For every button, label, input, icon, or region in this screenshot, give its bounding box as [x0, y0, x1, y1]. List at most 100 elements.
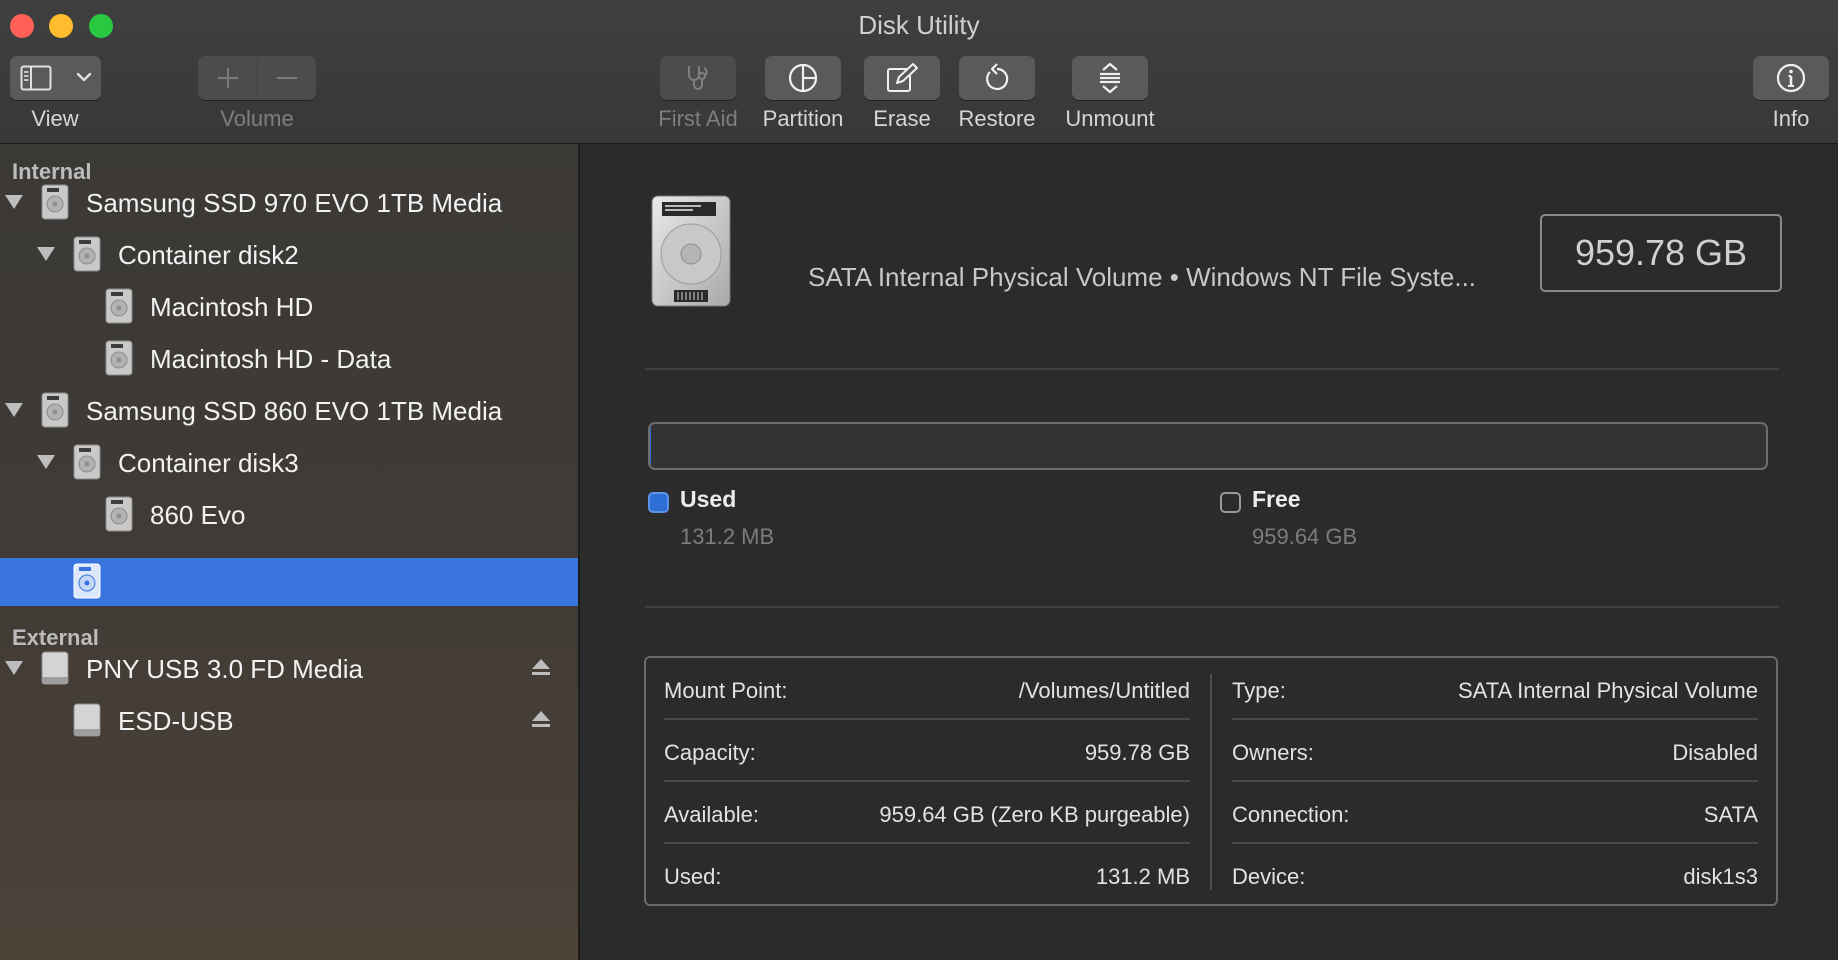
info-row-device: Device: disk1s3: [1232, 844, 1758, 906]
info-key: Type:: [1232, 678, 1286, 703]
usage-bar: [648, 422, 1768, 470]
toolbar: Disk Utility View Volume First Aid Parti…: [0, 0, 1838, 144]
pie-chart-icon: [788, 63, 818, 93]
restore-button[interactable]: [959, 56, 1035, 100]
internal-drive-icon: [104, 288, 134, 324]
remove-volume-button[interactable]: [258, 56, 316, 100]
sidebar-item-label: PNY USB 3.0 FD Media: [86, 654, 363, 684]
info-value: 959.78 GB: [1084, 740, 1190, 765]
sidebar: Internal Samsung SSD 970 EVO 1TB Media C…: [0, 144, 580, 960]
info-row-available: Available: 959.64 GB (Zero KB purgeable): [664, 782, 1190, 844]
info-key: Mount Point:: [664, 678, 788, 703]
partition-label: Partition: [762, 106, 844, 131]
info-value: 131.2 MB: [1095, 864, 1190, 889]
disclosure-triangle-icon[interactable]: [37, 455, 55, 469]
divider: [645, 606, 1779, 608]
eject-icon[interactable]: [531, 657, 551, 679]
sidebar-item-macintosh-hd[interactable]: Macintosh HD: [0, 283, 578, 331]
erase-button[interactable]: [864, 56, 940, 100]
restore-label: Restore: [958, 106, 1036, 131]
sidebar-item-label: Samsung SSD 970 EVO 1TB Media: [86, 188, 503, 218]
info-row-used: Used: 131.2 MB: [664, 844, 1190, 906]
internal-drive-icon: [72, 236, 102, 272]
sidebar-item-samsung-970[interactable]: Samsung SSD 970 EVO 1TB Media: [0, 179, 578, 227]
volume-label: Volume: [220, 106, 294, 131]
sidebar-item-container-disk3[interactable]: Container disk3: [0, 439, 578, 487]
external-drive-icon: [40, 650, 70, 686]
external-drive-icon: [72, 702, 102, 738]
volume-description: SATA Internal Physical Volume • Windows …: [808, 262, 1477, 292]
used-legend-label: Used: [680, 486, 737, 512]
sidebar-item-860-evo[interactable]: 860 Evo: [0, 491, 578, 539]
info-row-capacity: Capacity: 959.78 GB: [664, 720, 1190, 782]
info-row-connection: Connection: SATA: [1232, 782, 1758, 844]
info-key: Used:: [664, 864, 722, 889]
disclosure-triangle-icon[interactable]: [37, 247, 55, 261]
disclosure-triangle-icon[interactable]: [5, 403, 23, 417]
used-legend-swatch: [648, 492, 669, 513]
info-button[interactable]: [1753, 56, 1829, 100]
unmount-button[interactable]: [1072, 56, 1148, 100]
sidebar-item-esd-usb[interactable]: ESD-USB: [0, 697, 578, 745]
chevron-down-icon: [76, 71, 92, 83]
sidebar-item-label: 860 Evo: [150, 500, 246, 530]
sidebar-icon: [20, 65, 52, 91]
internal-drive-icon: [72, 444, 102, 480]
sidebar-item-label: Container disk3: [118, 448, 299, 478]
info-value: disk1s3: [1683, 864, 1758, 889]
first-aid-button[interactable]: [660, 56, 736, 100]
volume-info-table: Mount Point: /Volumes/Untitled Capacity:…: [644, 656, 1778, 906]
eject-icon[interactable]: [531, 709, 551, 731]
unmount-label: Unmount: [1065, 106, 1155, 131]
hard-drive-icon: [650, 194, 732, 310]
partition-button[interactable]: [765, 56, 841, 100]
volume-size-badge: 959.78 GB: [1540, 214, 1782, 292]
sidebar-item-label: ESD-USB: [118, 706, 234, 736]
info-value: Disabled: [1672, 740, 1758, 765]
disclosure-triangle-icon[interactable]: [5, 195, 23, 209]
volume-segmented-control: [198, 56, 316, 100]
add-volume-button[interactable]: [198, 56, 257, 100]
info-value: SATA Internal Physical Volume: [1458, 678, 1758, 703]
divider: [645, 368, 1779, 370]
sidebar-item-container-disk2[interactable]: Container disk2: [0, 231, 578, 279]
info-key: Capacity:: [664, 740, 756, 765]
internal-drive-icon: [40, 392, 70, 428]
minus-icon: [277, 77, 297, 79]
window-title: Disk Utility: [858, 10, 980, 40]
info-icon: [1776, 63, 1806, 93]
internal-drive-icon: [40, 184, 70, 220]
disclosure-triangle-icon[interactable]: [5, 661, 23, 675]
info-value: SATA: [1703, 802, 1758, 827]
used-legend-value: 131.2 MB: [680, 524, 775, 549]
free-legend-swatch: [1220, 492, 1241, 513]
internal-drive-icon: [72, 563, 102, 599]
info-row-type: Type: SATA Internal Physical Volume: [1232, 658, 1758, 720]
sidebar-item-label: Macintosh HD - Data: [150, 344, 392, 374]
free-legend-value: 959.64 GB: [1252, 524, 1358, 549]
erase-label: Erase: [873, 106, 931, 131]
volume-detail-pane: SATA Internal Physical Volume • Windows …: [580, 144, 1838, 960]
restore-arrow-icon: [986, 63, 1009, 91]
sidebar-item-macintosh-hd-data[interactable]: Macintosh HD - Data: [0, 335, 578, 383]
info-value: /Volumes/Untitled: [1018, 678, 1190, 703]
sidebar-item-pny-usb[interactable]: PNY USB 3.0 FD Media: [0, 645, 578, 693]
view-label: View: [31, 106, 79, 131]
stethoscope-icon: [688, 66, 708, 90]
sidebar-item-label: Container disk2: [118, 240, 299, 270]
free-legend-label: Free: [1252, 486, 1301, 512]
info-row-owners: Owners: Disabled: [1232, 720, 1758, 782]
info-value: 959.64 GB (Zero KB purgeable): [879, 802, 1190, 827]
info-key: Device:: [1232, 864, 1306, 889]
internal-drive-icon: [104, 496, 134, 532]
sidebar-item-selected-volume[interactable]: [0, 558, 578, 606]
unmount-icon: [1100, 62, 1120, 94]
info-row-mount-point: Mount Point: /Volumes/Untitled: [664, 658, 1190, 720]
sidebar-item-samsung-860[interactable]: Samsung SSD 860 EVO 1TB Media: [0, 387, 578, 435]
first-aid-label: First Aid: [658, 106, 738, 131]
sidebar-item-label: Samsung SSD 860 EVO 1TB Media: [86, 396, 503, 426]
sidebar-item-label: Macintosh HD: [150, 292, 314, 322]
view-button[interactable]: [10, 56, 101, 100]
pencil-square-icon: [887, 63, 918, 92]
plus-icon: [217, 68, 238, 88]
